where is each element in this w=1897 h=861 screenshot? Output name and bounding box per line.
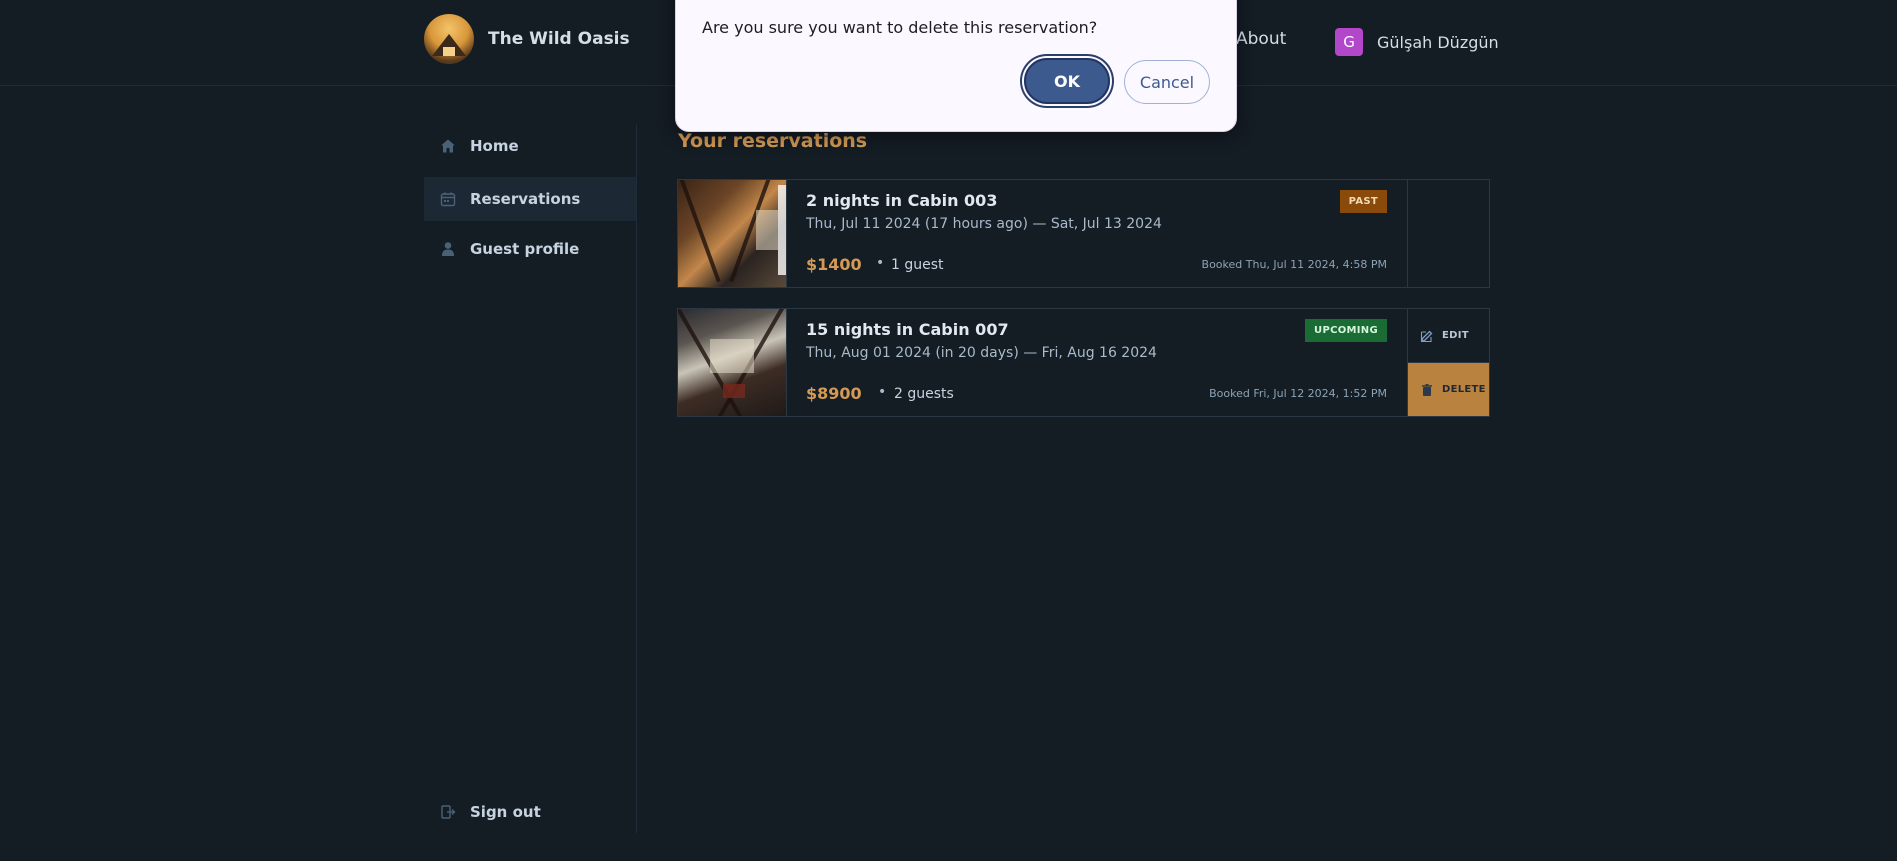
dialog-message: Are you sure you want to delete this res… <box>702 18 1098 37</box>
user-name: Gülşah Düzgün <box>1377 32 1499 52</box>
reservation-booked-date: Booked Fri, Jul 12 2024, 1:52 PM <box>1209 387 1387 400</box>
cabin-image <box>678 309 786 416</box>
reservation-booked-date: Booked Thu, Jul 11 2024, 4:58 PM <box>1201 258 1387 271</box>
sign-out-button[interactable]: Sign out <box>424 790 636 834</box>
edit-label: EDIT <box>1442 330 1469 341</box>
reservation-card: 15 nights in Cabin 007 Thu, Aug 01 2024 … <box>677 308 1490 417</box>
sidebar-item-label: Home <box>470 137 519 155</box>
confirm-dialog: Are you sure you want to delete this res… <box>675 0 1237 132</box>
page-title: Your reservations <box>678 130 868 152</box>
guest-area-link[interactable]: G Gülşah Düzgün <box>1335 28 1499 56</box>
reservation-dates: Thu, Jul 11 2024 (17 hours ago) — Sat, J… <box>806 216 1162 232</box>
reservation-actions: EDIT DELETE <box>1407 309 1489 416</box>
logo-link[interactable]: The Wild Oasis <box>424 14 630 64</box>
edit-button[interactable]: EDIT <box>1408 309 1489 362</box>
avatar: G <box>1335 28 1363 56</box>
separator-dot: • <box>876 255 885 271</box>
trash-icon <box>1422 383 1432 396</box>
status-badge: PAST <box>1339 190 1387 213</box>
reservation-guests: 1 guest <box>891 257 944 273</box>
separator-dot: • <box>878 384 887 400</box>
reservation-info: 15 nights in Cabin 007 Thu, Aug 01 2024 … <box>786 309 1407 416</box>
reservation-title: 2 nights in Cabin 003 <box>806 191 998 210</box>
reservation-card: 2 nights in Cabin 003 Thu, Jul 11 2024 (… <box>677 179 1490 288</box>
sidebar-item-reservations[interactable]: Reservations <box>424 177 636 221</box>
reservation-guests: 2 guests <box>894 386 954 402</box>
reservation-info: 2 nights in Cabin 003 Thu, Jul 11 2024 (… <box>786 180 1407 287</box>
pencil-icon <box>1420 330 1433 342</box>
sign-out-icon <box>440 804 456 820</box>
delete-label: DELETE <box>1442 384 1486 395</box>
sidebar: Home Reservations Guest profile <box>424 124 637 833</box>
app-name: The Wild Oasis <box>488 29 630 49</box>
reservation-price: $8900 <box>806 384 862 403</box>
sidebar-item-label: Reservations <box>470 190 581 208</box>
ok-button[interactable]: OK <box>1024 58 1110 104</box>
sign-out-label: Sign out <box>470 803 541 821</box>
reservation-price: $1400 <box>806 255 862 274</box>
status-badge: UPCOMING <box>1305 319 1387 342</box>
calendar-icon <box>440 191 456 207</box>
reservation-actions <box>1407 180 1489 287</box>
home-icon <box>440 138 456 154</box>
delete-button[interactable]: DELETE <box>1408 362 1489 416</box>
nav-about-link[interactable]: About <box>1236 29 1286 49</box>
reservation-title: 15 nights in Cabin 007 <box>806 320 1009 339</box>
sidebar-item-home[interactable]: Home <box>424 124 636 168</box>
logo-image <box>424 14 474 64</box>
reservation-dates: Thu, Aug 01 2024 (in 20 days) — Fri, Aug… <box>806 345 1157 361</box>
sidebar-item-label: Guest profile <box>470 240 580 258</box>
cabin-image <box>678 180 786 287</box>
sidebar-item-guest-profile[interactable]: Guest profile <box>424 227 636 271</box>
cancel-button[interactable]: Cancel <box>1124 60 1210 104</box>
user-icon <box>440 241 456 257</box>
